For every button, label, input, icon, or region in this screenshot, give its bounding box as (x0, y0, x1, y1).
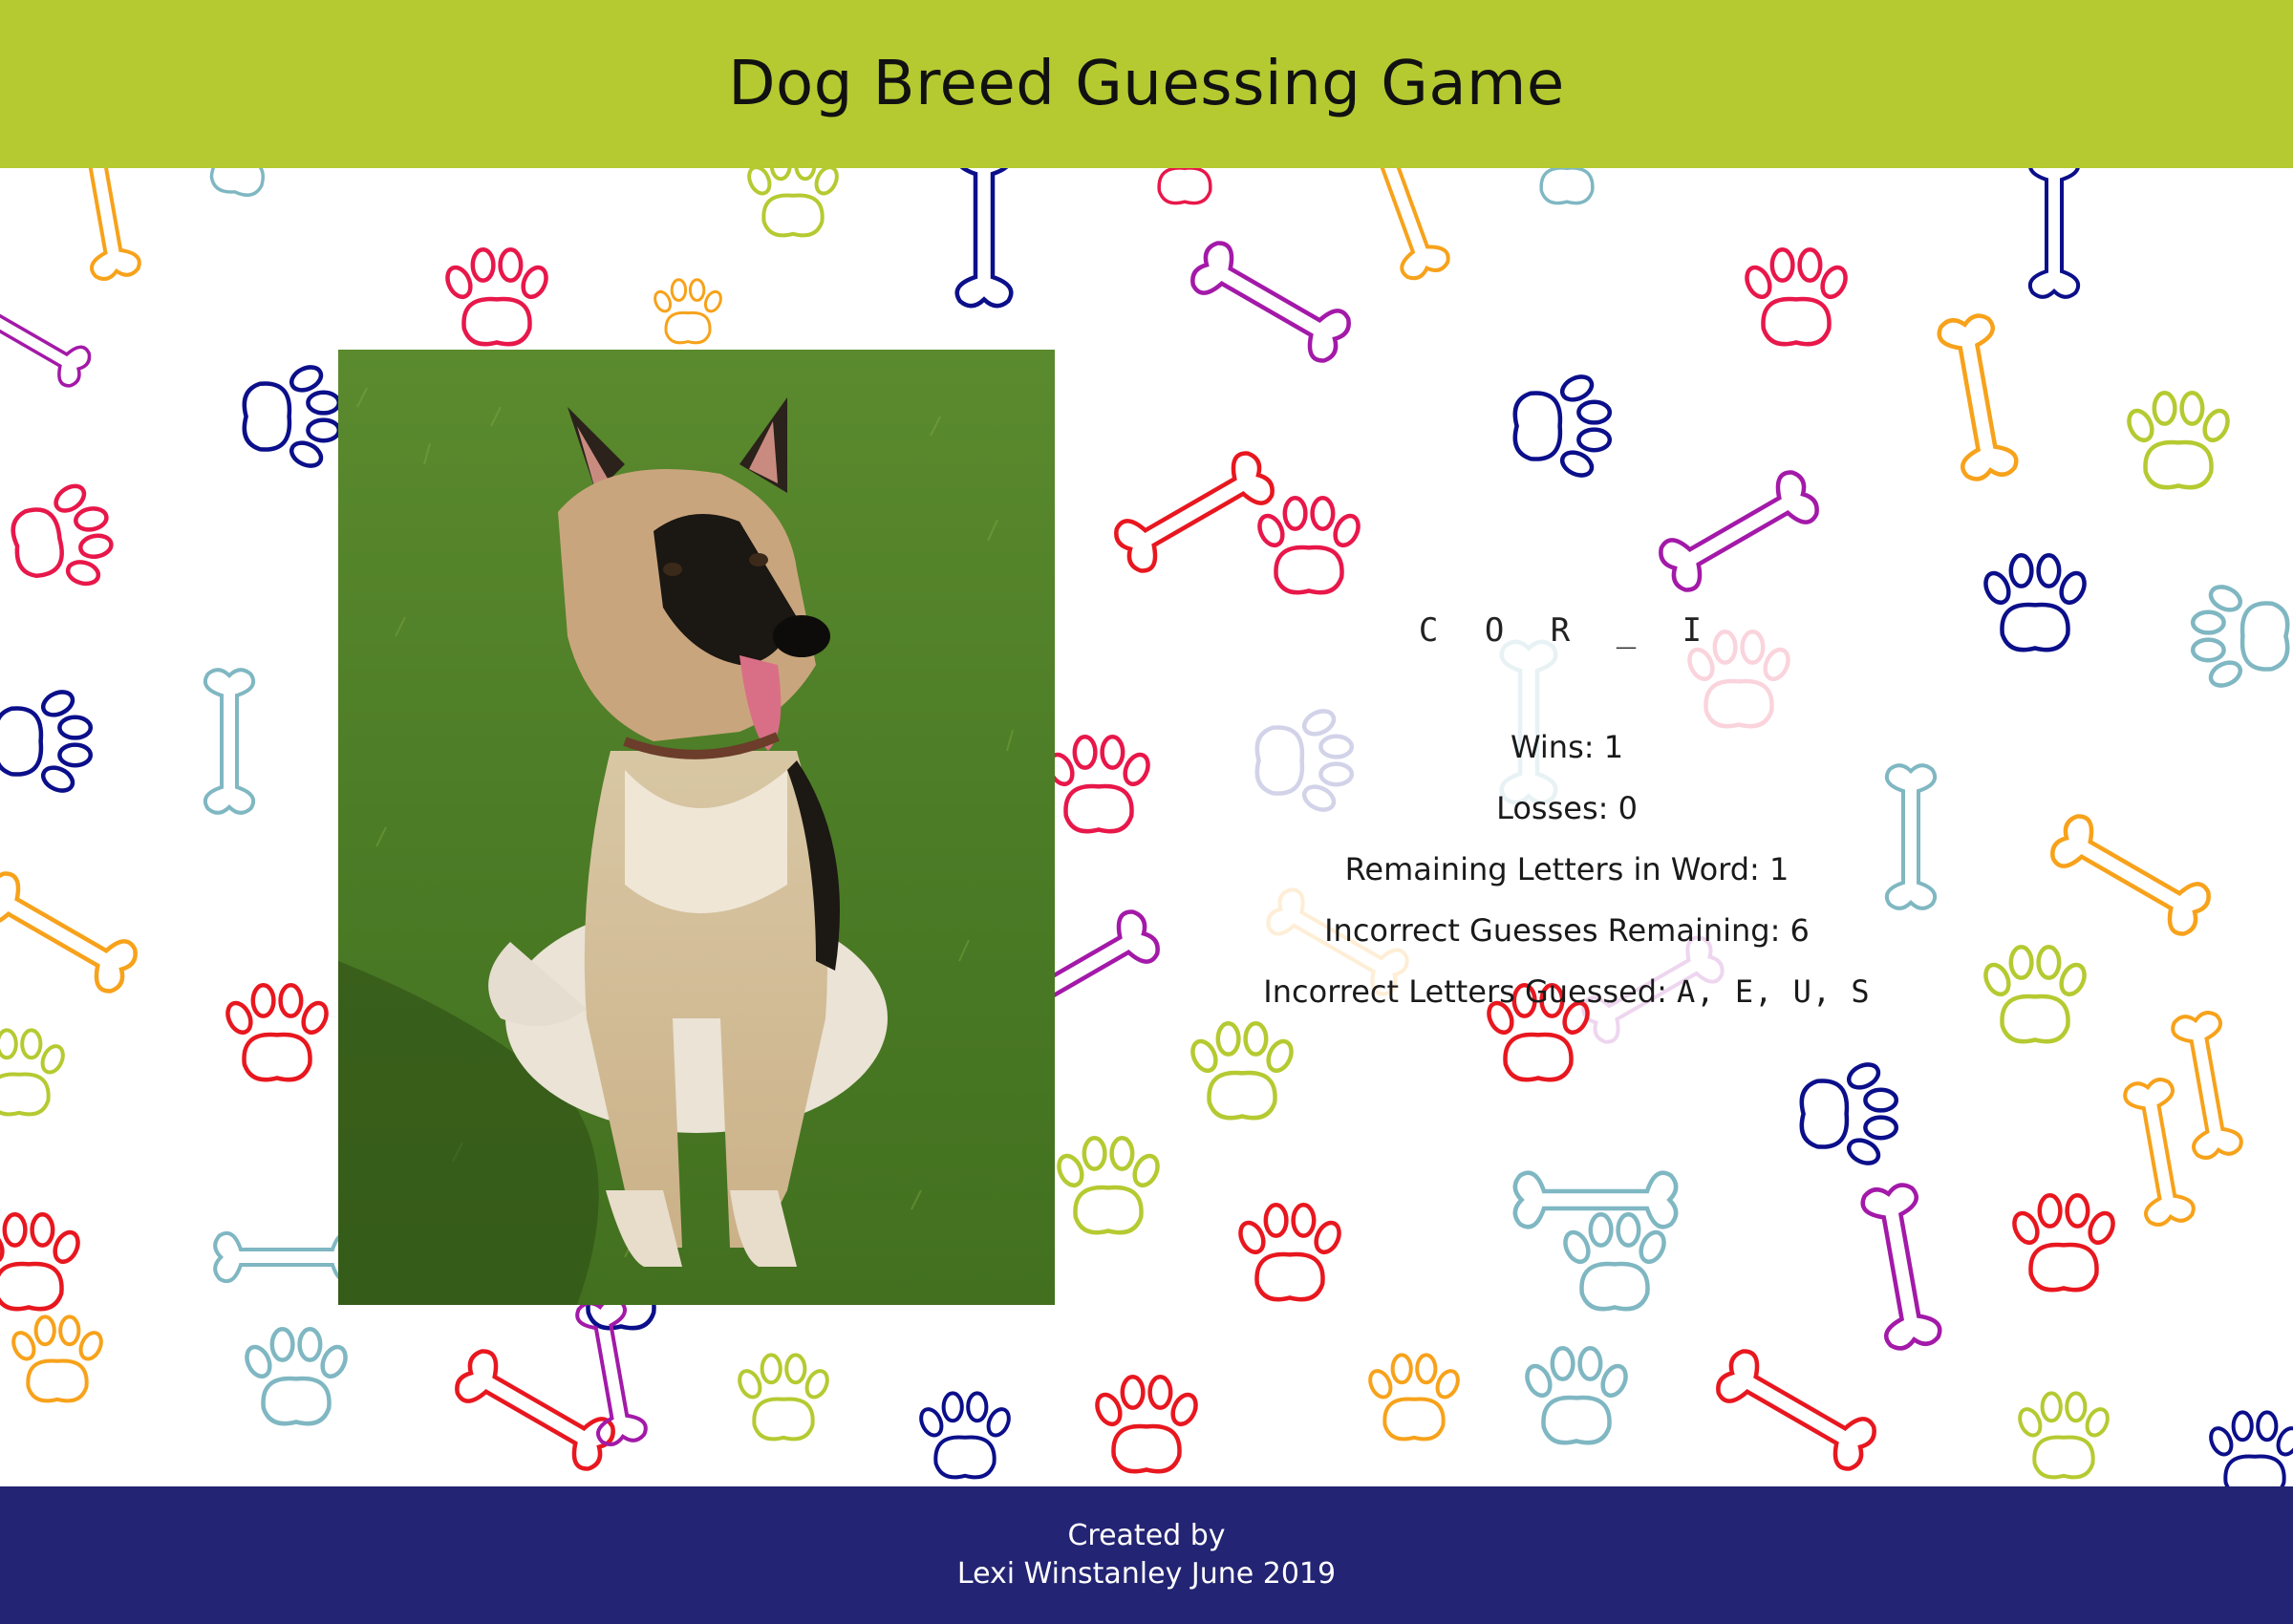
paw-print-icon (1539, 168, 1595, 205)
paw-print-icon (2018, 1391, 2110, 1480)
bone-icon (1716, 1349, 1876, 1471)
losses-value: 0 (1618, 790, 1638, 826)
paw-print-icon (1190, 1020, 1294, 1121)
paw-print-icon (242, 365, 342, 468)
paw-print-icon (1525, 1345, 1628, 1445)
page-title: Dog Breed Guessing Game (728, 49, 1565, 119)
remaining-letters-stat: Remaining Letters in Word: 1 (1185, 839, 1949, 900)
header-bar: Dog Breed Guessing Game (0, 0, 2293, 168)
bone-icon (203, 668, 256, 815)
bone-icon (69, 168, 141, 281)
paw-print-icon (1745, 246, 1848, 347)
paw-print-icon (738, 1353, 829, 1442)
bone-icon (0, 871, 138, 994)
paw-print-icon (0, 1028, 65, 1117)
paw-print-icon (2190, 585, 2290, 688)
paw-print-icon (0, 690, 94, 793)
incorrect-letters-label: Incorrect Letters Guessed: (1263, 973, 1678, 1010)
paw-print-icon (445, 246, 548, 347)
paw-print-icon (245, 1326, 348, 1426)
paw-print-icon (1047, 734, 1150, 834)
remaining-letters-value: 1 (1769, 851, 1789, 887)
paw-print-icon (1799, 1062, 1899, 1165)
remaining-letters-label: Remaining Letters in Word: (1344, 851, 1769, 887)
bone-icon (1114, 451, 1275, 573)
bone-icon (0, 292, 92, 388)
word-display: C O R _ I (1418, 611, 1716, 650)
bone-icon (954, 168, 1014, 309)
paw-print-icon (1983, 552, 2087, 652)
bone-icon (2027, 168, 2081, 299)
paw-print-icon (2127, 390, 2230, 490)
wins-stat: Wins: 1 (1185, 716, 1949, 778)
bone-icon (2050, 814, 2211, 936)
bone-icon (1659, 470, 1819, 592)
incorrect-guesses-remaining-stat: Incorrect Guesses Remaining: 6 (1185, 900, 1949, 961)
paw-print-icon (11, 1314, 103, 1403)
paw-print-icon (2209, 1410, 2293, 1486)
paw-print-icon (1238, 1202, 1341, 1302)
bone-icon (1937, 313, 2019, 481)
paw-print-icon (747, 168, 839, 238)
dog-photo (338, 350, 1055, 1305)
incorrect-guesses-remaining-label: Incorrect Guesses Remaining: (1324, 912, 1790, 949)
paw-print-icon (225, 982, 329, 1082)
bone-icon (1190, 241, 1351, 363)
page: Dog Breed Guessing Game C O R _ I Wins: … (0, 0, 2293, 1624)
paw-print-icon (1257, 495, 1361, 595)
paw-print-icon (2012, 1192, 2115, 1293)
paw-print-icon (0, 1211, 80, 1312)
paw-print-icon (1983, 944, 2087, 1044)
paw-print-icon (654, 278, 722, 345)
paw-print-icon (1057, 1135, 1160, 1235)
incorrect-letters-value: A, E, U, S (1677, 973, 1871, 1010)
paw-print-icon (919, 1391, 1011, 1480)
bone-icon (2123, 1078, 2196, 1227)
bone-icon (1860, 1183, 1942, 1351)
losses-stat: Losses: 0 (1185, 778, 1949, 839)
paw-print-icon (1368, 1353, 1460, 1442)
paw-print-icon (1512, 374, 1613, 478)
paw-print-icon (1095, 1374, 1198, 1474)
bone-icon (455, 1349, 615, 1471)
footer-credit-line: Created by (1067, 1519, 1226, 1552)
bone-icon (2171, 1011, 2243, 1160)
footer-bar: Created by Lexi Winstanley June 2019 (0, 1486, 2293, 1624)
wins-value: 1 (1603, 729, 1624, 765)
paw-print-icon (11, 483, 114, 587)
paw-print-icon (209, 168, 265, 197)
footer-author-line: Lexi Winstanley June 2019 (956, 1557, 1337, 1591)
bone-icon (213, 1230, 360, 1284)
bone-icon (1359, 168, 1450, 281)
wins-label: Wins: (1510, 729, 1604, 765)
paw-print-icon (1563, 1211, 1666, 1312)
paw-print-icon (1157, 168, 1212, 205)
game-panel: C O R _ I Wins: 1 Losses: 0 Remaining Le… (1185, 611, 1949, 1022)
incorrect-letters-stat: Incorrect Letters Guessed: A, E, U, S (1185, 961, 1949, 1022)
losses-label: Losses: (1496, 790, 1618, 826)
incorrect-guesses-remaining-value: 6 (1789, 912, 1810, 949)
